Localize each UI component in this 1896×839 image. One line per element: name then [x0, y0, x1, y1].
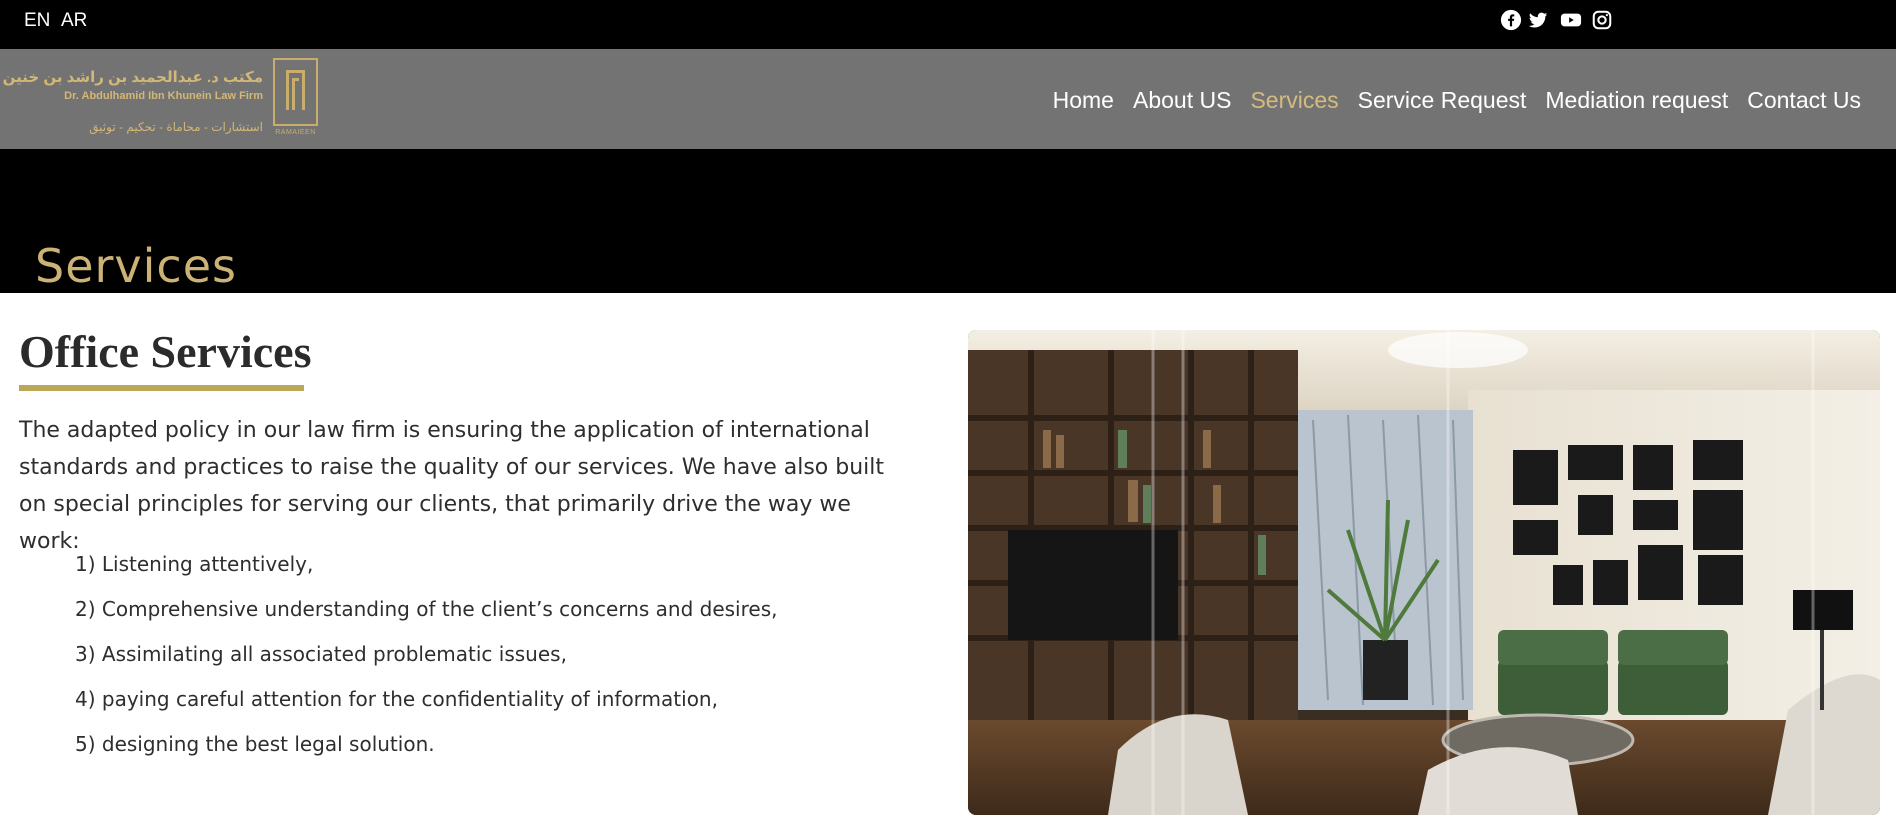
logo-english-name: Dr. Abdulhamid Ibn Khunein Law Firm [64, 90, 263, 102]
nav-contact-us[interactable]: Contact Us [1747, 87, 1861, 114]
facebook-icon[interactable] [1500, 9, 1522, 31]
nav-about-us[interactable]: About US [1133, 87, 1231, 114]
office-photo [968, 330, 1880, 815]
list-item: 3) Assimilating all associated problemat… [75, 642, 567, 666]
primary-nav: Home About US Services Service Request M… [1034, 87, 1861, 114]
twitter-icon[interactable] [1527, 9, 1549, 31]
nav-service-request[interactable]: Service Request [1358, 87, 1527, 114]
lang-en-link[interactable]: EN [24, 10, 50, 32]
lang-ar-link[interactable]: AR [61, 10, 87, 32]
section-title: Office Services [19, 326, 312, 377]
youtube-icon[interactable] [1559, 9, 1582, 31]
logo-mark-icon [273, 58, 318, 126]
page-title: Services [35, 239, 237, 293]
list-item: 1) Listening attentively, [75, 552, 314, 576]
page-hero: Services [0, 149, 1896, 293]
logo-arabic-services: استشارات - محاماة - تحكيم - توثيق [89, 120, 263, 134]
logo-arabic-name: مكتب د. عبدالحميد بن راشد بن خنين [2, 69, 263, 86]
title-underline [19, 385, 304, 391]
nav-mediation-request[interactable]: Mediation request [1545, 87, 1728, 114]
list-item: 4) paying careful attention for the conf… [75, 687, 718, 711]
intro-paragraph: The adapted policy in our law firm is en… [19, 418, 885, 554]
list-item: 2) Comprehensive understanding of the cl… [75, 597, 778, 621]
list-item: 5) designing the best legal solution. [75, 732, 435, 756]
site-logo[interactable]: RAMAIEEN مكتب د. عبدالحميد بن راشد بن خن… [3, 58, 318, 138]
logo-brand-text: RAMAIEEN [275, 129, 316, 136]
main-navbar: RAMAIEEN مكتب د. عبدالحميد بن راشد بن خن… [0, 49, 1896, 149]
nav-services[interactable]: Services [1250, 87, 1338, 114]
top-bar: EN AR [0, 0, 1896, 49]
nav-home[interactable]: Home [1053, 87, 1114, 114]
principles-list: 1) Listening attentively, 2) Comprehensi… [75, 546, 777, 771]
instagram-icon[interactable] [1591, 9, 1613, 31]
